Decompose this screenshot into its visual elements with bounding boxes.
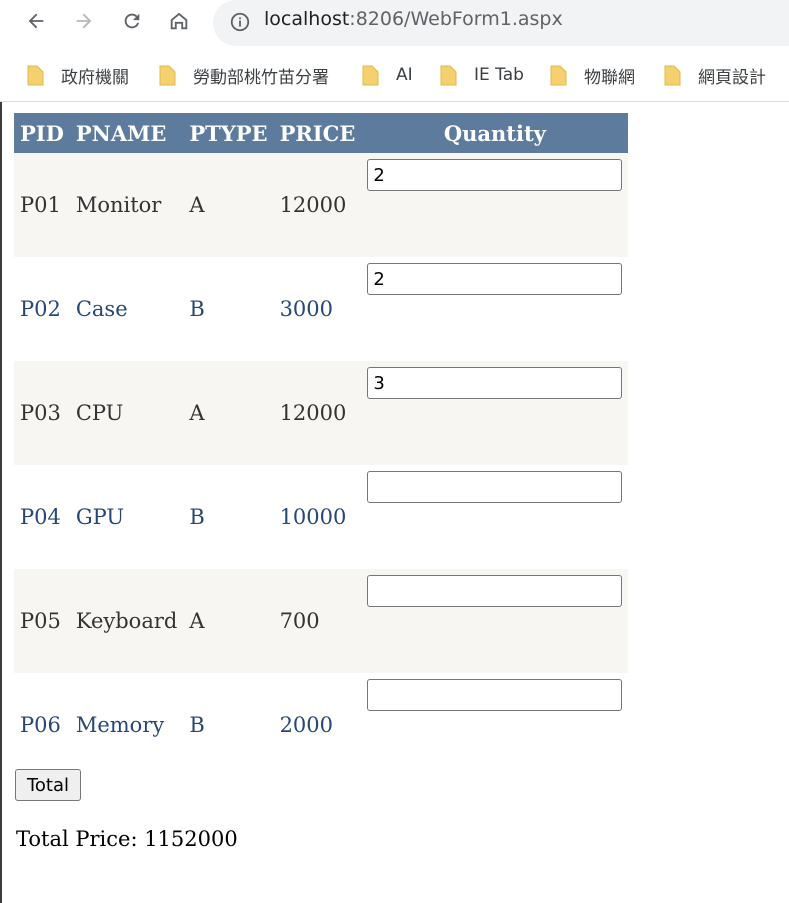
cell-pname: Case bbox=[69, 257, 184, 361]
cell-pname: CPU bbox=[69, 361, 184, 465]
cell-pname: Memory bbox=[69, 673, 184, 777]
folder-icon bbox=[440, 65, 457, 85]
table-row: P04 GPU B 10000 bbox=[14, 465, 629, 569]
forward-icon bbox=[76, 13, 92, 29]
reload-icon bbox=[124, 13, 140, 29]
forward-button[interactable] bbox=[68, 5, 100, 37]
header-quantity: Quantity bbox=[361, 113, 629, 153]
page-content: PID PNAME PTYPE PRICE Quantity P01 Monit… bbox=[0, 102, 789, 903]
cell-pid: P05 bbox=[14, 569, 70, 673]
cell-ptype: B bbox=[183, 673, 274, 777]
cell-pid: P04 bbox=[14, 465, 70, 569]
cell-ptype: A bbox=[183, 569, 274, 673]
bookmark-label: 網頁設計 bbox=[698, 67, 766, 88]
cell-quantity bbox=[361, 257, 629, 361]
grid-header-row: PID PNAME PTYPE PRICE Quantity bbox=[14, 113, 629, 153]
folder-icon bbox=[159, 65, 176, 85]
cell-ptype: B bbox=[183, 257, 274, 361]
table-row: P02 Case B 3000 bbox=[14, 257, 629, 361]
cell-price: 12000 bbox=[273, 361, 362, 465]
table-row: P05 Keyboard A 700 bbox=[14, 569, 629, 673]
cell-quantity bbox=[361, 673, 629, 777]
header-ptype: PTYPE bbox=[183, 113, 274, 153]
bookmark-folder[interactable]: 物聯網 bbox=[550, 58, 635, 92]
bookmark-folder[interactable]: IE Tab bbox=[440, 58, 524, 92]
cell-pid: P03 bbox=[14, 361, 70, 465]
cell-ptype: B bbox=[183, 465, 274, 569]
cell-pname: Monitor bbox=[69, 153, 184, 257]
cell-quantity bbox=[361, 153, 629, 257]
products-grid: PID PNAME PTYPE PRICE Quantity P01 Monit… bbox=[14, 113, 629, 777]
quantity-input[interactable] bbox=[367, 471, 623, 503]
reload-button[interactable] bbox=[116, 5, 148, 37]
bookmark-label: IE Tab bbox=[474, 65, 524, 85]
table-row: P01 Monitor A 12000 bbox=[14, 153, 629, 257]
cell-ptype: A bbox=[183, 361, 274, 465]
quantity-input[interactable] bbox=[367, 263, 623, 295]
cell-pname: Keyboard bbox=[69, 569, 184, 673]
cell-pid: P06 bbox=[14, 673, 70, 777]
bookmark-label: 勞動部桃竹苗分署 bbox=[193, 67, 329, 88]
bookmark-folder[interactable]: AI bbox=[362, 58, 413, 92]
folder-icon bbox=[550, 65, 567, 85]
folder-icon bbox=[362, 65, 379, 85]
cell-pname: GPU bbox=[69, 465, 184, 569]
quantity-input[interactable] bbox=[367, 367, 623, 399]
url-host: localhost bbox=[264, 8, 350, 30]
cell-price: 12000 bbox=[273, 153, 362, 257]
quantity-input[interactable] bbox=[367, 575, 623, 607]
info-icon[interactable] bbox=[229, 11, 251, 33]
home-button[interactable] bbox=[163, 5, 195, 37]
url-path: :8206/WebForm1.aspx bbox=[349, 8, 563, 30]
cell-quantity bbox=[361, 569, 629, 673]
url-text[interactable]: localhost:8206/WebForm1.aspx bbox=[264, 8, 563, 30]
bookmark-label: 物聯網 bbox=[584, 67, 635, 88]
cell-quantity bbox=[361, 465, 629, 569]
bookmark-folder[interactable]: 政府機關 bbox=[27, 58, 129, 92]
bookmark-folder[interactable]: 勞動部桃竹苗分署 bbox=[159, 58, 329, 92]
cell-ptype: A bbox=[183, 153, 274, 257]
cell-price: 3000 bbox=[273, 257, 362, 361]
bookmark-label: AI bbox=[396, 65, 413, 85]
table-row: P06 Memory B 2000 bbox=[14, 673, 629, 777]
total-price-label: Total Price: 1152000 bbox=[16, 827, 238, 851]
back-button[interactable] bbox=[20, 5, 52, 37]
quantity-input[interactable] bbox=[367, 159, 623, 191]
bookmarks-bar: 政府機關 勞動部桃竹苗分署 AI IE Tab 物聯網 網頁設計 bbox=[0, 58, 789, 92]
total-button[interactable]: Total bbox=[15, 769, 81, 801]
quantity-input[interactable] bbox=[367, 679, 623, 711]
browser-chrome: localhost:8206/WebForm1.aspx 政府機關 勞動部桃竹苗… bbox=[0, 0, 789, 102]
cell-price: 2000 bbox=[273, 673, 362, 777]
cell-price: 700 bbox=[273, 569, 362, 673]
home-icon bbox=[170, 12, 188, 30]
cell-price: 10000 bbox=[273, 465, 362, 569]
cell-pid: P01 bbox=[14, 153, 70, 257]
back-icon bbox=[28, 13, 44, 29]
header-pid: PID bbox=[14, 113, 70, 153]
folder-icon bbox=[27, 65, 44, 85]
header-pname: PNAME bbox=[69, 113, 184, 153]
bookmark-label: 政府機關 bbox=[61, 67, 129, 88]
cell-pid: P02 bbox=[14, 257, 70, 361]
folder-icon bbox=[664, 65, 681, 85]
cell-quantity bbox=[361, 361, 629, 465]
header-price: PRICE bbox=[273, 113, 362, 153]
table-row: P03 CPU A 12000 bbox=[14, 361, 629, 465]
bookmark-folder[interactable]: 網頁設計 bbox=[664, 58, 766, 92]
